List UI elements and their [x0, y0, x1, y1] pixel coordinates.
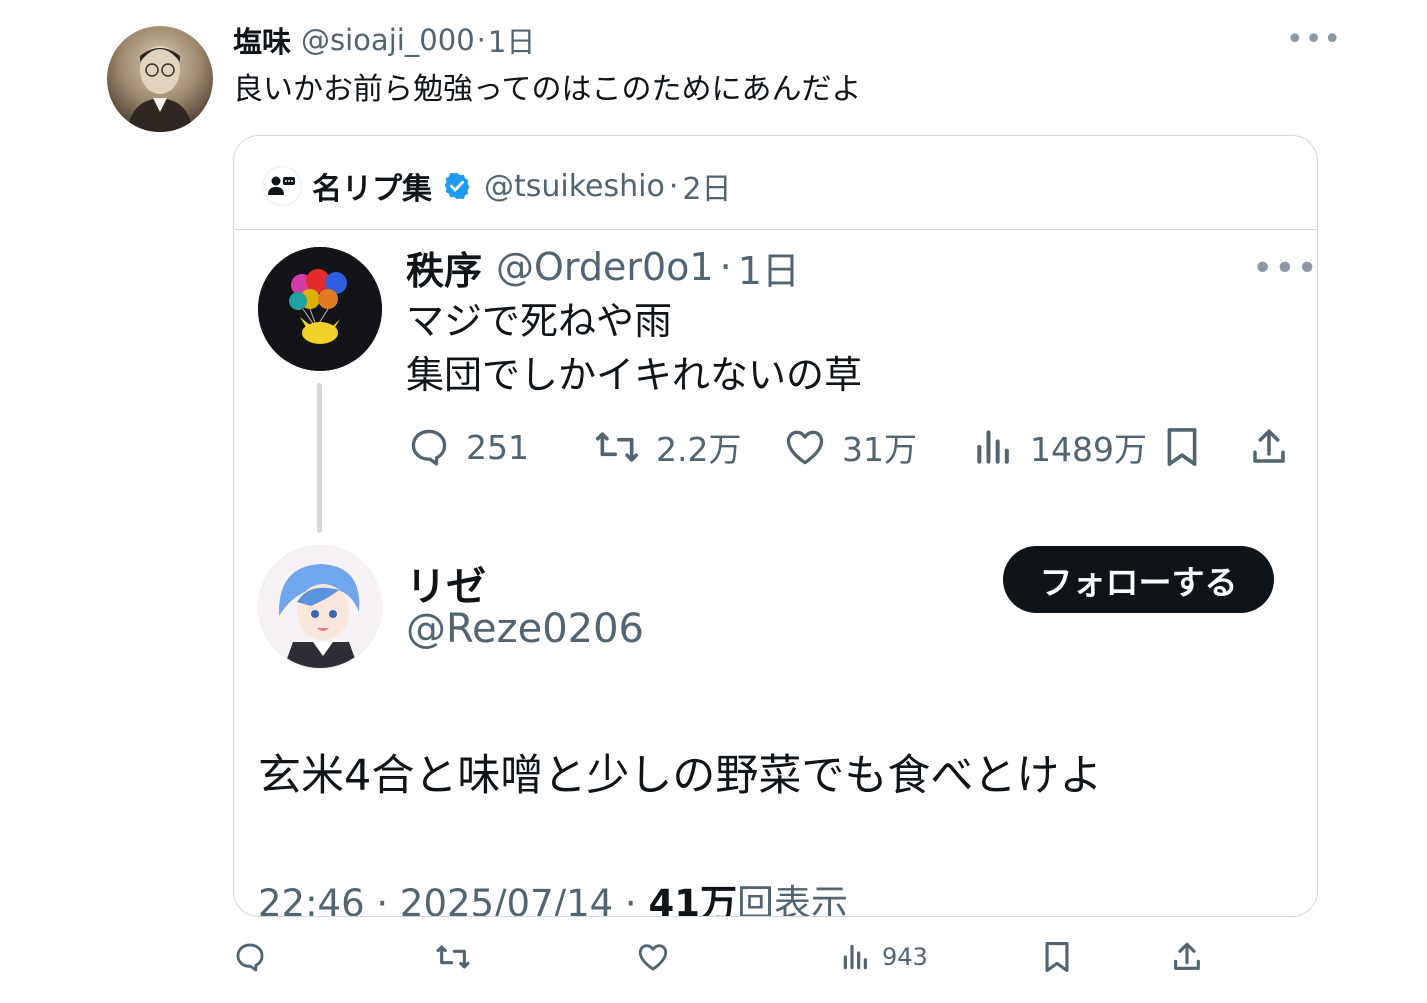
original-handle: @Order0o1 [496, 245, 714, 289]
original-time: 1日 [737, 248, 800, 293]
share-icon [1253, 429, 1285, 463]
retweet-icon [436, 945, 470, 969]
reply-timestamp: 22:46 · 2025/07/14 · [258, 882, 649, 917]
like-count: 31万 [842, 430, 917, 469]
views-chart-icon [843, 944, 867, 970]
person-chat-icon [268, 176, 295, 195]
tweet-time[interactable]: 1日 [488, 19, 535, 61]
quote-author-name: 名リプ集 [312, 172, 432, 207]
original-retweet-action: 2.2万 [592, 423, 741, 471]
retweet-count: 2.2万 [656, 430, 742, 469]
author-handle[interactable]: @sioaji_000 [301, 23, 475, 57]
quote-divider [234, 229, 1317, 230]
reply-count: 251 [466, 427, 529, 467]
more-dots-icon[interactable]: ••• [1286, 22, 1342, 57]
quote-time: 2日 [682, 172, 732, 207]
retweet-button[interactable] [434, 940, 482, 974]
share-icon [1174, 942, 1200, 970]
bookmark-icon [1045, 941, 1069, 973]
original-share-action [1248, 425, 1304, 469]
views-button[interactable]: 943 [840, 940, 928, 974]
reply-icon [236, 943, 264, 972]
separator-dot: · [719, 245, 732, 289]
separator-dot: · [476, 23, 486, 57]
original-more-dots-icon: ••• [1252, 248, 1318, 289]
heart-icon [786, 430, 824, 465]
original-text-line: 集団でしかイキれないの草 [406, 353, 863, 397]
like-button[interactable] [636, 940, 680, 974]
original-author-name: 秩序 [406, 248, 483, 293]
reply-icon [411, 429, 447, 466]
bookmark-icon [1167, 428, 1197, 466]
follow-button: フォローする [1003, 546, 1274, 613]
original-text: マジで死ねや雨 集団でしかイキれないの草 [406, 294, 862, 402]
original-header: 秩序 @Order0o1 · 1日 [406, 244, 800, 293]
original-avatar [258, 247, 382, 371]
views-count: 1489万 [1030, 430, 1147, 469]
reply-meta: 22:46 · 2025/07/14 · 41万回表示 [258, 873, 848, 917]
reply-handle: @Reze0206 [406, 606, 645, 652]
original-bookmark-action [1164, 425, 1214, 469]
bookmark-button[interactable] [1042, 940, 1082, 974]
reply-avatar [258, 545, 382, 669]
original-reply-action: 251 [406, 425, 529, 469]
original-text-line: マジで死ねや雨 [406, 299, 673, 343]
share-button[interactable] [1170, 940, 1214, 974]
user-avatar[interactable] [107, 26, 213, 132]
author-name[interactable]: 塩味 [233, 19, 291, 61]
quote-handle: @tsuikeshio [484, 168, 665, 204]
tweet-header: 塩味 @sioaji_000 · 1日 [233, 20, 535, 60]
quote-header: 名リプ集 @tsuikeshio · 2日 [262, 166, 732, 207]
original-views-action: 1489万 [972, 423, 1147, 471]
reply-text: 玄米4合と味噌と少しの野菜でも食べとけよ [258, 751, 1103, 801]
verified-badge-icon [442, 171, 472, 201]
heart-icon [638, 944, 668, 971]
reply-views-count: 41万 [648, 882, 737, 917]
reply-author-name: リゼ [406, 564, 486, 610]
views-count: 943 [882, 943, 928, 971]
retweet-icon [595, 432, 639, 462]
original-like-action: 31万 [782, 423, 917, 471]
separator-dot: · [668, 168, 679, 204]
reply-views-label: 回表示 [736, 882, 848, 917]
original-actions: 251 2.2万 31万 1489万 [234, 424, 1317, 470]
quote-avatar [262, 166, 302, 206]
tweet-text: 良いかお前ら勉強ってのはこのためにあんだよ [233, 72, 862, 107]
views-chart-icon [977, 430, 1009, 464]
reply-button[interactable] [233, 940, 277, 974]
quote-card[interactable]: 名リプ集 @tsuikeshio · 2日 秩序 @Order0o1 · 1日 … [233, 135, 1318, 917]
